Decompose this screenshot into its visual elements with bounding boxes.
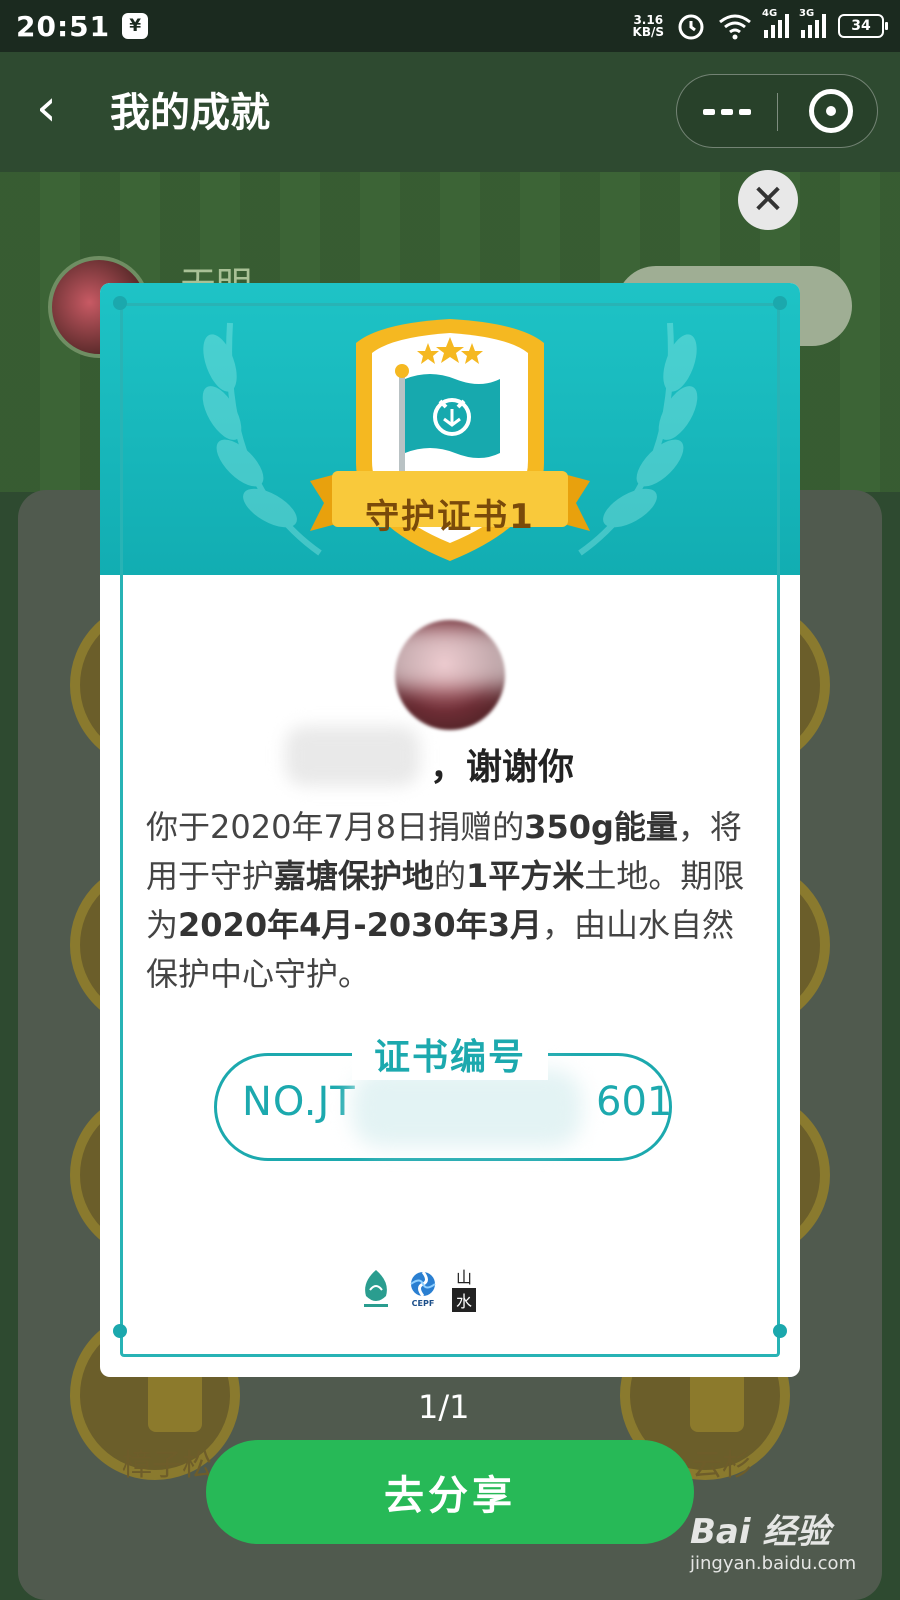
avatar-blur-mask bbox=[370, 628, 530, 688]
nav-bar: ‹ 我的成就 bbox=[0, 52, 900, 162]
certificate-number-suffix: 601 bbox=[596, 1079, 673, 1125]
lock-icon bbox=[690, 1370, 744, 1432]
certificate-description: 你于2020年7月8日捐赠的350g能量，将用于守护嘉塘保护地的1平方米土地。期… bbox=[146, 803, 756, 999]
certificate-card: 守护证书1 ，谢谢你 你于2020年7月8日捐赠的350g能量，将用于守护嘉塘保… bbox=[100, 283, 800, 1377]
frame-corner-dot bbox=[773, 1324, 787, 1338]
donated-energy: 350g能量 bbox=[524, 808, 678, 846]
certificate-emblem: 守护证书1 bbox=[310, 313, 590, 573]
back-icon[interactable]: ‹ bbox=[36, 82, 80, 134]
certificate-number-blur-mask bbox=[352, 1069, 582, 1147]
baidu-jingyan-watermark: Bai 经验 jingyan.baidu.com bbox=[690, 1504, 856, 1574]
status-time: 20:51 bbox=[16, 9, 111, 43]
frame-corner-dot bbox=[773, 296, 787, 310]
shanshui-logo-char: 水 bbox=[452, 1288, 476, 1312]
alarm-icon bbox=[678, 14, 704, 40]
shanshui-logo-char: 山 bbox=[452, 1264, 476, 1288]
thanks-text: ，谢谢你 bbox=[430, 747, 575, 788]
status-bar: 20:51 ¥ 3.16 KB/S 4G 3G 34 bbox=[0, 0, 900, 52]
certificate-number-label: 证书编号 bbox=[352, 1028, 548, 1080]
username-blur-mask bbox=[285, 726, 420, 786]
lock-icon bbox=[148, 1370, 202, 1432]
certificate-number-prefix: NO.JT bbox=[242, 1079, 356, 1125]
capsule-divider bbox=[777, 93, 778, 131]
shanshui-logo: 山 水 bbox=[452, 1264, 476, 1312]
signal-4g-icon: 4G bbox=[762, 8, 789, 38]
yen-icon: ¥ bbox=[122, 13, 149, 39]
network-speed: 3.16 KB/S bbox=[633, 14, 664, 38]
wifi-icon bbox=[719, 14, 751, 40]
signal-4g-tag: 4G bbox=[762, 8, 778, 19]
watermark-url: jingyan.baidu.com bbox=[690, 1553, 857, 1574]
certificate-title: 守护证书1 bbox=[365, 497, 535, 537]
close-certificate-button[interactable]: ✕ bbox=[738, 170, 798, 230]
battery-level: 34 bbox=[851, 18, 871, 34]
conservation-logo-icon bbox=[364, 1270, 388, 1307]
badge-label: 云杉 bbox=[692, 1448, 752, 1483]
page-title: 我的成就 bbox=[110, 90, 270, 136]
protected-area-name: 嘉塘保护地 bbox=[274, 857, 435, 895]
cepf-logo: CEPF bbox=[408, 1269, 438, 1308]
more-icon[interactable] bbox=[703, 97, 753, 127]
desc-part: 的 bbox=[434, 857, 467, 895]
status-icons: 3.16 KB/S 4G 3G 34 bbox=[633, 8, 888, 41]
page-indicator: 1/1 bbox=[418, 1388, 470, 1426]
network-speed-unit: KB/S bbox=[632, 25, 664, 39]
partner-logos: CEPF 山 水 bbox=[358, 1263, 528, 1313]
battery-icon: 34 bbox=[838, 14, 888, 38]
certificate-header: 守护证书1 bbox=[100, 283, 800, 575]
signal-3g-icon: 3G bbox=[799, 8, 826, 38]
frame-corner-dot bbox=[113, 296, 127, 310]
badge-label: 樟子松 bbox=[122, 1448, 212, 1483]
mini-program-capsule bbox=[676, 74, 878, 148]
cepf-logo-text: CEPF bbox=[411, 1298, 435, 1308]
frame-corner-dot bbox=[113, 1324, 127, 1338]
protection-period: 2020年4月-2030年3月 bbox=[178, 906, 542, 944]
land-area: 1平方米 bbox=[466, 857, 585, 895]
share-button[interactable]: 去分享 bbox=[206, 1440, 694, 1544]
desc-part: 你于2020年7月8日捐赠的 bbox=[146, 808, 525, 846]
cepf-logo-icon bbox=[410, 1270, 436, 1297]
signal-3g-tag: 3G bbox=[799, 8, 815, 19]
watermark-brand: Bai 经验 bbox=[690, 1512, 831, 1552]
exit-mini-program-icon[interactable] bbox=[809, 89, 853, 133]
